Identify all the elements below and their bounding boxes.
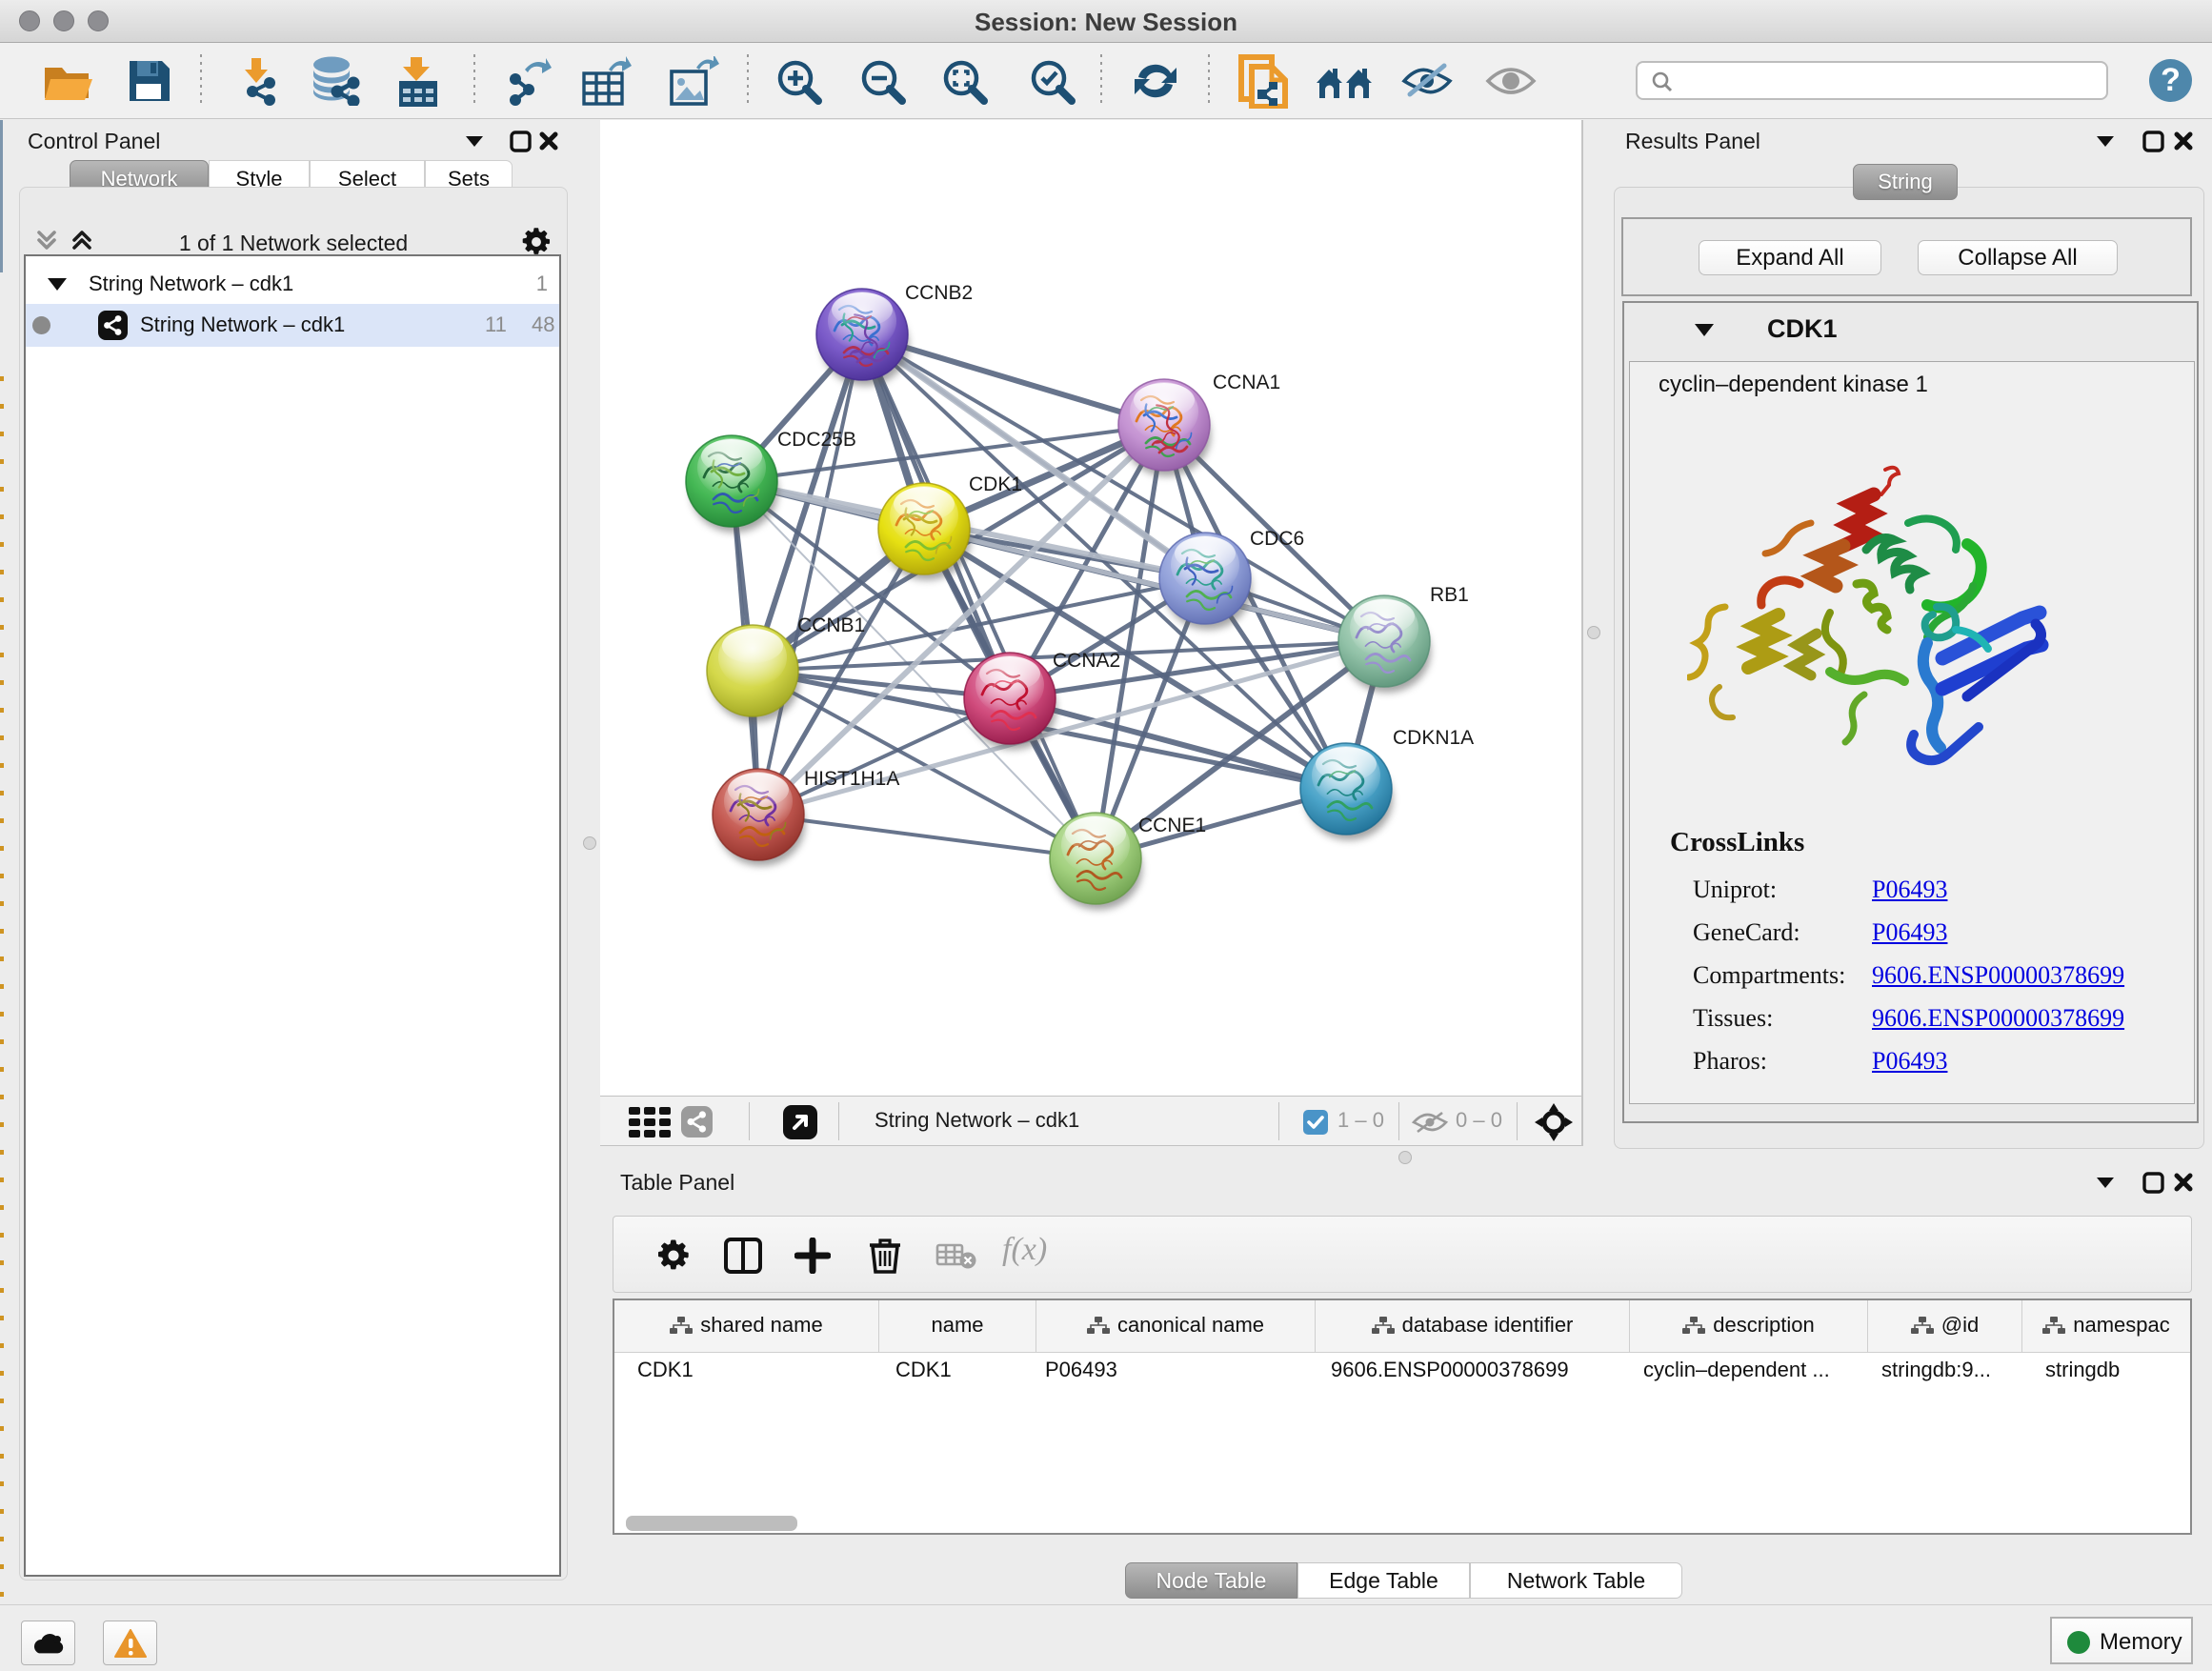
svg-text:CCNB1: CCNB1 [797, 614, 865, 636]
svg-text:CDK1: CDK1 [969, 473, 1022, 495]
svg-text:RB1: RB1 [1430, 584, 1469, 606]
svg-text:CCNE1: CCNE1 [1138, 815, 1206, 836]
svg-text:CDC6: CDC6 [1250, 528, 1304, 550]
svg-text:CCNA1: CCNA1 [1213, 372, 1280, 393]
svg-text:CCNA2: CCNA2 [1053, 650, 1120, 672]
svg-text:CCNB2: CCNB2 [905, 282, 973, 304]
svg-text:CDKN1A: CDKN1A [1393, 727, 1474, 749]
svg-text:CDC25B: CDC25B [777, 429, 856, 451]
svg-text:HIST1H1A: HIST1H1A [804, 768, 899, 790]
